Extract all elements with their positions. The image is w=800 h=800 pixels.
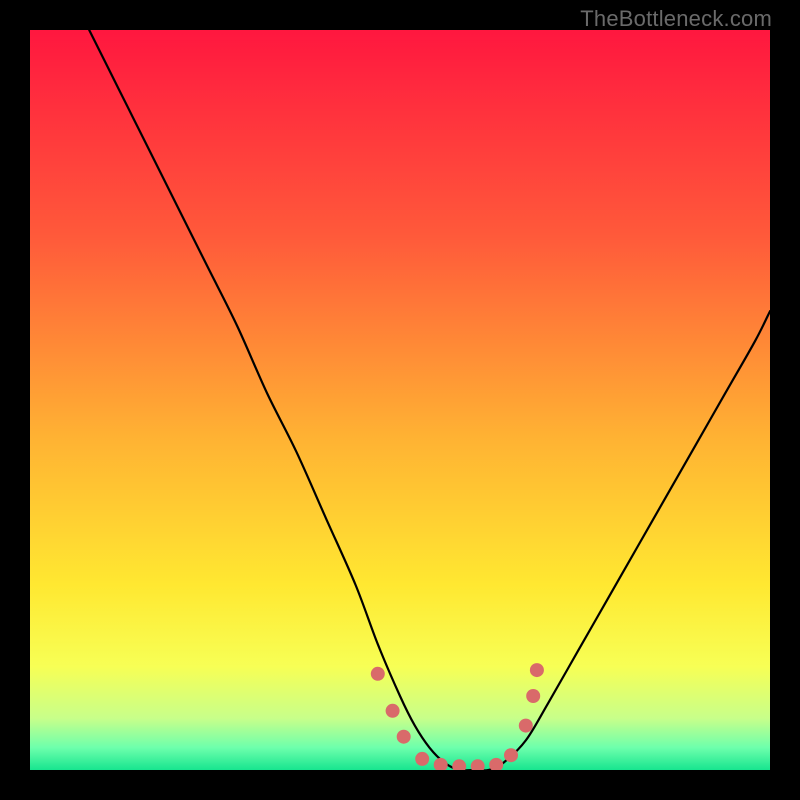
plot-area <box>30 30 770 770</box>
marker-dot <box>434 758 448 770</box>
marker-dot <box>526 689 540 703</box>
marker-dot <box>452 759 466 770</box>
curve-layer <box>30 30 770 770</box>
marker-dot <box>519 719 533 733</box>
marker-dot <box>530 663 544 677</box>
marker-dot <box>471 759 485 770</box>
marker-dot <box>386 704 400 718</box>
attribution-text: TheBottleneck.com <box>580 6 772 32</box>
marker-dot <box>397 730 411 744</box>
marker-dot <box>415 752 429 766</box>
chart-frame: TheBottleneck.com <box>0 0 800 800</box>
marker-dot <box>371 667 385 681</box>
flat-region-markers <box>371 663 544 770</box>
marker-dot <box>489 758 503 770</box>
marker-dot <box>504 748 518 762</box>
bottleneck-curve <box>89 30 770 770</box>
